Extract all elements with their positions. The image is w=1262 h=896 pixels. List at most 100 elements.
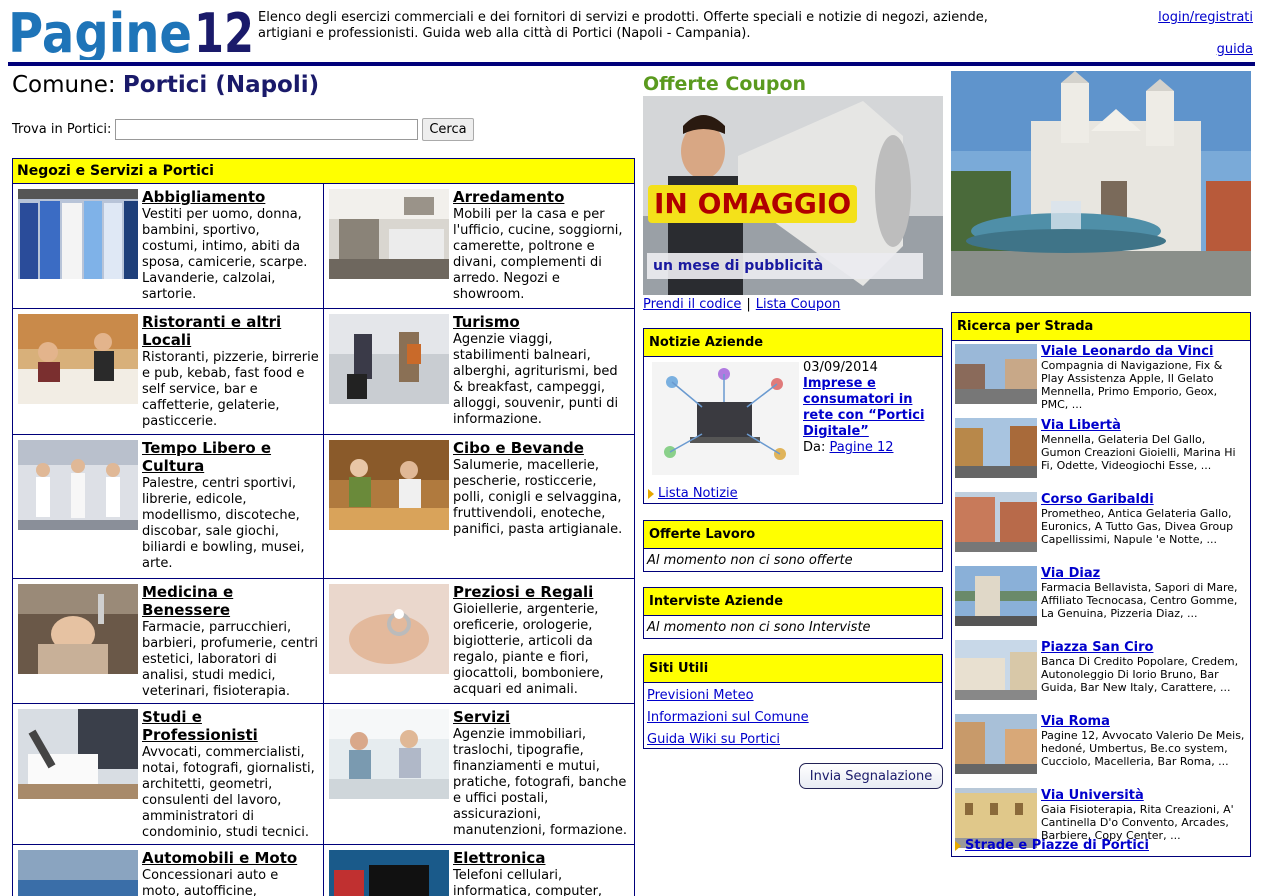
street-thumbnail[interactable] (955, 566, 1037, 626)
street-item: Corso Garibaldi Prometheo, Antica Gelate… (952, 489, 1250, 563)
jewelry-thumbnail[interactable] (329, 584, 449, 674)
coupon-banner-headline: IN OMAGGIO (648, 185, 858, 223)
furniture-thumbnail[interactable] (329, 189, 449, 279)
categories-panel: Negozi e Servizi a Portici Abbigliamento… (12, 158, 635, 896)
street-item: Viale Leonardo da Vinci Compagnia di Nav… (952, 341, 1250, 415)
street-desc: Pagine 12, Avvocato Valerio De Meis, hed… (1041, 729, 1245, 768)
category-desc: Ristoranti, pizzerie, birrerie e pub, ke… (142, 350, 319, 429)
send-report-button[interactable]: Invia Segnalazione (799, 763, 943, 789)
category-servizi: Servizi Agenzie immobiliari, traslochi, … (324, 704, 634, 845)
login-register-link[interactable]: login/registrati (1158, 10, 1253, 25)
food-thumbnail[interactable] (329, 440, 449, 530)
guide-link[interactable]: guida (1217, 42, 1253, 57)
arrow-right-icon (955, 840, 961, 851)
electronics-thumbnail[interactable] (329, 850, 449, 896)
street-thumbnail[interactable] (955, 714, 1037, 774)
news-more: Lista Notizie (648, 486, 738, 501)
coupon-banner[interactable]: IN OMAGGIO un mese di pubblicità (643, 96, 943, 295)
category-title[interactable]: Cibo e Bevande (453, 439, 584, 457)
category-desc: Agenzie immobiliari, traslochi, tipograf… (453, 727, 627, 838)
pagine12-logo[interactable]: Pagine 12 (8, 2, 256, 65)
categories-grid: Abbigliamento Vestiti per uomo, donna, b… (13, 184, 634, 896)
street-link[interactable]: Via Roma (1041, 714, 1246, 729)
municipality-info-link[interactable]: Informazioni sul Comune (644, 705, 942, 727)
street-link[interactable]: Piazza San Ciro (1041, 640, 1246, 655)
get-code-link[interactable]: Prendi il codice (643, 297, 741, 312)
site-tagline: Elenco degli esercizi commerciali e dei … (258, 10, 988, 41)
news-date: 03/09/2014 (803, 360, 878, 375)
streets-title: Ricerca per Strada (952, 313, 1250, 341)
category-title[interactable]: Arredamento (453, 188, 564, 206)
interviews-panel: Interviste Aziende Al momento non ci son… (643, 587, 943, 639)
street-desc: Banca Di Credito Popolare, Credem, Auton… (1041, 655, 1239, 694)
news-panel: Notizie Aziende 03/09/2014 Imprese e con… (643, 328, 943, 504)
category-title[interactable]: Abbigliamento (142, 188, 265, 206)
street-link[interactable]: Via Libertà (1041, 418, 1246, 433)
restaurant-thumbnail[interactable] (18, 314, 138, 404)
street-link[interactable]: Via Università (1041, 788, 1246, 803)
category-title[interactable]: Ristoranti e altri Locali (142, 313, 281, 349)
category-ristoranti: Ristoranti e altri Locali Ristoranti, pi… (13, 309, 324, 435)
category-desc: Avvocati, commercialisti, notai, fotogra… (142, 745, 315, 840)
street-desc: Mennella, Gelateria Del Gallo, Gumon Cre… (1041, 433, 1236, 472)
street-item: Via Libertà Mennella, Gelateria Del Gall… (952, 415, 1250, 489)
office-thumbnail[interactable] (18, 709, 138, 799)
category-medicina: Medicina e Benessere Farmacie, parrucchi… (13, 579, 324, 704)
coupon-list-link[interactable]: Lista Coupon (756, 297, 841, 312)
wiki-guide-link[interactable]: Guida Wiki su Portici (644, 727, 942, 749)
cars-thumbnail[interactable] (18, 850, 138, 896)
category-cibo: Cibo e Bevande Salumerie, macellerie, pe… (324, 435, 634, 579)
search-input[interactable] (115, 118, 419, 140)
category-desc: Farmacie, parrucchieri, barbieri, profum… (142, 620, 319, 699)
travel-thumbnail[interactable] (329, 314, 449, 404)
category-title[interactable]: Turismo (453, 313, 520, 331)
page-title: Comune: Portici (Napoli) (12, 72, 319, 98)
news-item: 03/09/2014 Imprese e consumatori in rete… (803, 360, 941, 456)
weather-link[interactable]: Previsioni Meteo (644, 683, 942, 705)
category-preziosi: Preziosi e Regali Gioiellerie, argenteri… (324, 579, 634, 704)
street-thumbnail[interactable] (955, 492, 1037, 552)
street-link[interactable]: Corso Garibaldi (1041, 492, 1246, 507)
useful-sites-panel: Siti Utili Previsioni Meteo Informazioni… (643, 654, 943, 749)
category-title[interactable]: Elettronica (453, 849, 545, 867)
arrow-right-icon (648, 488, 654, 499)
street-desc: Compagnia di Navigazione, Fix & Play Ass… (1041, 359, 1223, 411)
street-desc: Prometheo, Antica Gelateria Gallo, Euron… (1041, 507, 1234, 546)
category-title[interactable]: Automobili e Moto (142, 849, 297, 867)
clothing-thumbnail[interactable] (18, 189, 138, 279)
news-thumbnail[interactable] (652, 362, 799, 475)
category-title[interactable]: Preziosi e Regali (453, 583, 593, 601)
category-title[interactable]: Studi e Professionisti (142, 708, 258, 744)
street-thumbnail[interactable] (955, 418, 1037, 478)
category-desc: Palestre, centri sportivi, librerie, edi… (142, 476, 305, 571)
wellness-thumbnail[interactable] (18, 584, 138, 674)
header-divider (8, 62, 1255, 66)
svg-text:12: 12 (194, 2, 254, 60)
street-thumbnail[interactable] (955, 344, 1037, 404)
category-title[interactable]: Medicina e Benessere (142, 583, 233, 619)
all-streets-link[interactable]: Strade e Piazze di Portici (965, 838, 1149, 853)
news-headline-link[interactable]: Imprese e consumatori in rete con “Porti… (803, 376, 924, 439)
city-photo (951, 71, 1251, 296)
street-thumbnail[interactable] (955, 640, 1037, 700)
fitness-thumbnail[interactable] (18, 440, 138, 530)
category-automobili: Automobili e Moto Concessionari auto e m… (13, 845, 324, 896)
search-form: Trova in Portici: Cerca (12, 117, 474, 141)
search-button[interactable]: Cerca (422, 117, 474, 141)
category-title[interactable]: Tempo Libero e Cultura (142, 439, 271, 475)
useful-sites-title: Siti Utili (644, 655, 942, 683)
category-title[interactable]: Servizi (453, 708, 510, 726)
interviews-empty-message: Al momento non ci sono Interviste (647, 620, 871, 635)
useful-sites-list: Previsioni Meteo Informazioni sul Comune… (644, 683, 942, 749)
news-list-link[interactable]: Lista Notizie (658, 486, 738, 501)
category-studi: Studi e Professionisti Avvocati, commerc… (13, 704, 324, 845)
comune-label: Comune: (12, 72, 116, 98)
categories-title: Negozi e Servizi a Portici (13, 159, 634, 184)
category-abbigliamento: Abbigliamento Vestiti per uomo, donna, b… (13, 184, 324, 309)
news-source-link[interactable]: Pagine 12 (830, 440, 894, 455)
svg-text:Pagine: Pagine (8, 2, 192, 60)
street-link[interactable]: Viale Leonardo da Vinci (1041, 344, 1246, 359)
street-link[interactable]: Via Diaz (1041, 566, 1246, 581)
services-thumbnail[interactable] (329, 709, 449, 799)
jobs-panel: Offerte Lavoro Al momento non ci sono of… (643, 520, 943, 572)
